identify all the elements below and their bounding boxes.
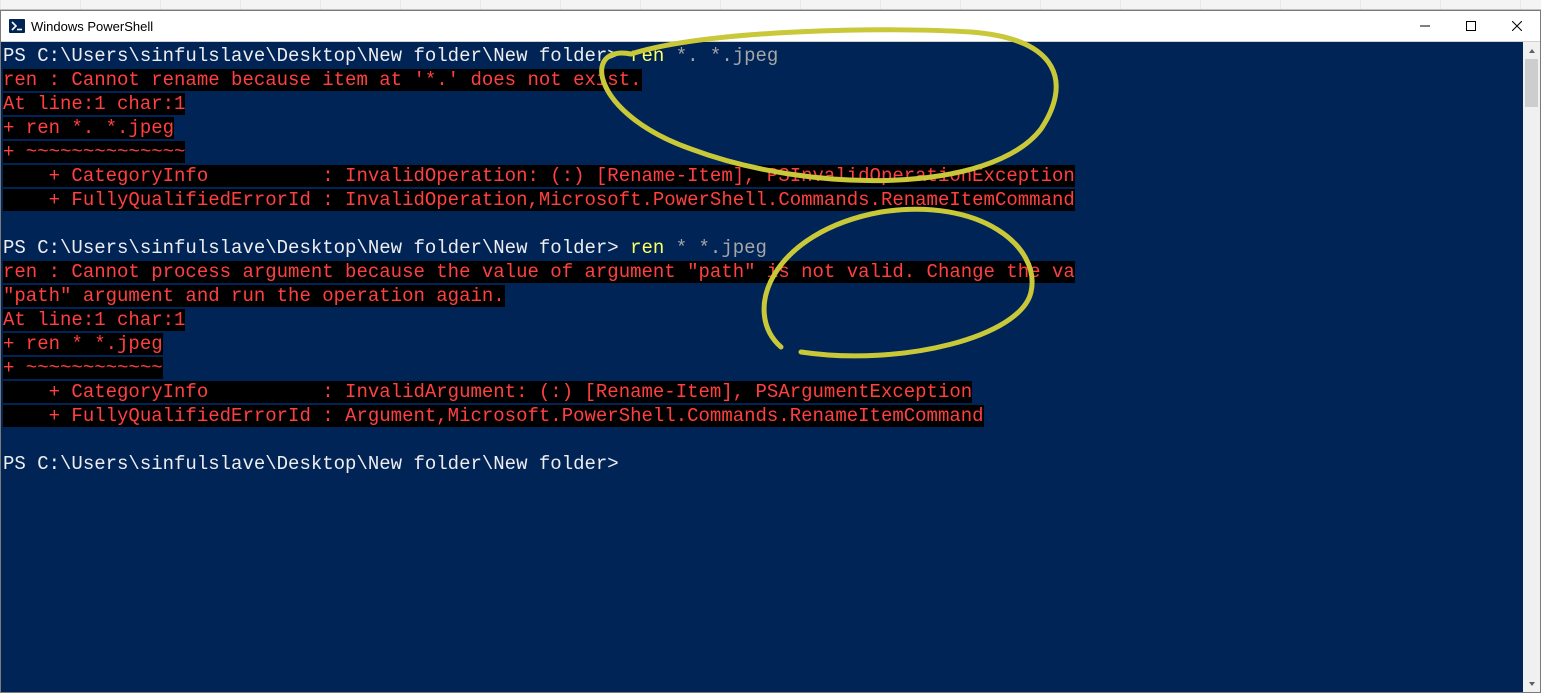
- error-marker-1: + ~~~~~~~~~~~~~~: [3, 141, 185, 163]
- scroll-track[interactable]: [1523, 59, 1540, 675]
- error-src-2: + ren * *.jpeg: [3, 333, 163, 355]
- minimize-button[interactable]: [1402, 11, 1448, 41]
- error-loc-1: At line:1 char:1: [3, 93, 185, 115]
- error-loc-2: At line:1 char:1: [3, 309, 185, 331]
- titlebar[interactable]: Windows PowerShell: [1, 11, 1540, 42]
- maximize-button[interactable]: [1448, 11, 1494, 41]
- scroll-up-button[interactable]: [1523, 42, 1540, 59]
- error-msg-2a: ren : Cannot process argument because th…: [3, 261, 1075, 283]
- scroll-thumb[interactable]: [1525, 59, 1538, 107]
- background-toolbar-hint: [0, 0, 1541, 10]
- error-fqid-1: + FullyQualifiedErrorId : InvalidOperati…: [3, 189, 1075, 211]
- error-fqid-2: + FullyQualifiedErrorId : Argument,Micro…: [3, 405, 984, 427]
- error-src-1: + ren *. *.jpeg: [3, 117, 174, 139]
- prompt-line-1: PS C:\Users\sinfulslave\Desktop\New fold…: [3, 44, 1523, 68]
- prompt-line-3: PS C:\Users\sinfulslave\Desktop\New fold…: [3, 452, 1523, 476]
- error-msg-2b: "path" argument and run the operation ag…: [3, 285, 505, 307]
- error-category-2: + CategoryInfo : InvalidArgument: (:) [R…: [3, 381, 972, 403]
- scroll-down-button[interactable]: [1523, 675, 1540, 692]
- console-output[interactable]: PS C:\Users\sinfulslave\Desktop\New fold…: [1, 42, 1523, 692]
- vertical-scrollbar[interactable]: [1523, 42, 1540, 692]
- close-button[interactable]: [1494, 11, 1540, 41]
- error-category-1: + CategoryInfo : InvalidOperation: (:) […: [3, 165, 1075, 187]
- powershell-window: Windows PowerShell PS C:\Users\sinfulsla…: [0, 10, 1541, 693]
- window-title: Windows PowerShell: [31, 19, 153, 34]
- prompt-line-2: PS C:\Users\sinfulslave\Desktop\New fold…: [3, 236, 1523, 260]
- powershell-icon: [9, 18, 25, 34]
- error-marker-2: + ~~~~~~~~~~~~: [3, 357, 163, 379]
- error-msg-1: ren : Cannot rename because item at '*.'…: [3, 69, 642, 91]
